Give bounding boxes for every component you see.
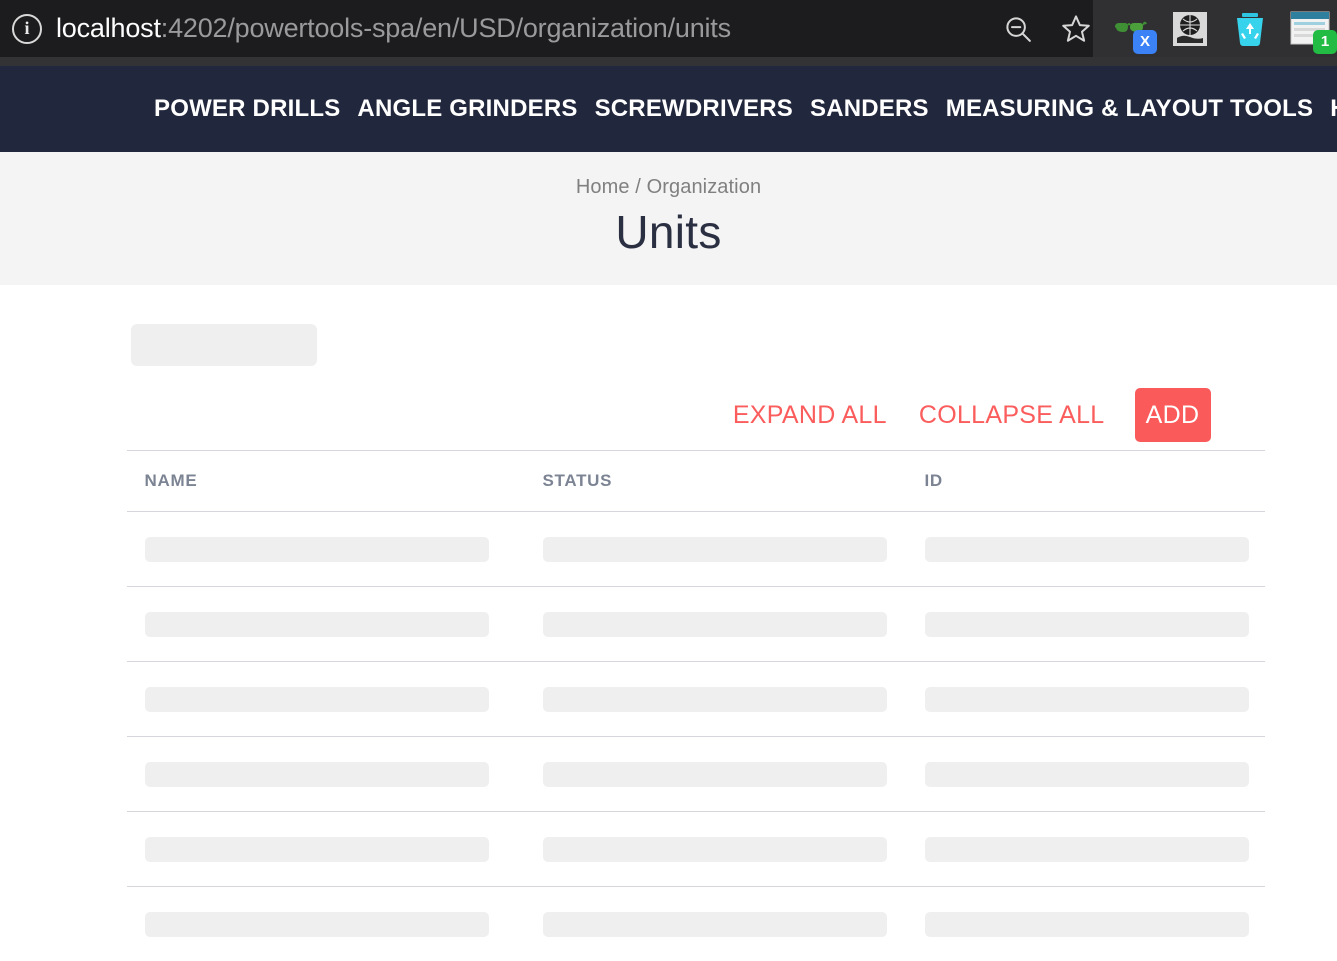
skeleton-placeholder-bar bbox=[925, 612, 1249, 637]
url-host: localhost bbox=[56, 13, 161, 43]
page-title: Units bbox=[0, 205, 1337, 259]
recycle-bin-extension-icon[interactable] bbox=[1229, 8, 1271, 50]
skeleton-placeholder-bar bbox=[543, 612, 887, 637]
table-cell bbox=[907, 662, 1265, 737]
skeleton-placeholder-bar bbox=[925, 912, 1249, 937]
site-navigation: POWER DRILLS ANGLE GRINDERS SCREWDRIVERS… bbox=[0, 66, 1337, 152]
table-cell bbox=[525, 662, 907, 737]
units-table: NAME STATUS ID bbox=[127, 450, 1265, 961]
url-path: :4202/powertools-spa/en/USD/organization… bbox=[161, 13, 731, 43]
skeleton-placeholder-bar bbox=[925, 687, 1249, 712]
info-icon[interactable]: i bbox=[12, 14, 42, 44]
extension-badge: X bbox=[1133, 30, 1157, 54]
skeleton-placeholder-bar bbox=[543, 837, 887, 862]
globe-hand-extension-icon[interactable] bbox=[1169, 8, 1211, 50]
table-row[interactable] bbox=[127, 887, 1265, 961]
skeleton-placeholder-bar bbox=[543, 912, 887, 937]
skeleton-placeholder-bar bbox=[145, 912, 489, 937]
table-cell bbox=[525, 887, 907, 961]
breadcrumb: Home / Organization bbox=[0, 176, 1337, 199]
nav-item-hand-tools[interactable]: HAND TOOLS bbox=[1330, 95, 1337, 123]
main-content: EXPAND ALL COLLAPSE ALL ADD NAME STATUS … bbox=[0, 324, 1337, 961]
skeleton-placeholder-bar bbox=[925, 762, 1249, 787]
breadcrumb-home[interactable]: Home bbox=[576, 176, 630, 198]
skeleton-placeholder-bar bbox=[543, 687, 887, 712]
table-cell bbox=[907, 512, 1265, 587]
browser-chrome: i localhost:4202/powertools-spa/en/USD/o… bbox=[0, 0, 1337, 57]
extension-toolbar: X bbox=[1093, 0, 1337, 57]
zoom-out-icon[interactable] bbox=[1001, 12, 1035, 46]
units-table-head: NAME STATUS ID bbox=[127, 451, 1265, 512]
collapse-all-button[interactable]: COLLAPSE ALL bbox=[903, 391, 1121, 440]
skeleton-placeholder-bar bbox=[925, 537, 1249, 562]
breadcrumb-organization[interactable]: Organization bbox=[647, 176, 762, 198]
table-cell bbox=[907, 812, 1265, 887]
nav-item-screwdrivers[interactable]: SCREWDRIVERS bbox=[595, 95, 793, 123]
skeleton-placeholder-bar bbox=[145, 837, 489, 862]
skeleton-placeholder-bar bbox=[543, 762, 887, 787]
extension-badge: 1 bbox=[1313, 30, 1337, 54]
column-header-name[interactable]: NAME bbox=[127, 451, 525, 512]
content-inner: EXPAND ALL COLLAPSE ALL ADD NAME STATUS … bbox=[127, 324, 1211, 961]
table-actions-toolbar: EXPAND ALL COLLAPSE ALL ADD bbox=[127, 388, 1211, 442]
skeleton-placeholder-bar bbox=[925, 837, 1249, 862]
table-row[interactable] bbox=[127, 512, 1265, 587]
table-cell bbox=[127, 812, 525, 887]
page-header: Home / Organization Units bbox=[0, 152, 1337, 285]
table-cell bbox=[127, 662, 525, 737]
nav-item-sanders[interactable]: SANDERS bbox=[810, 95, 929, 123]
breadcrumb-separator: / bbox=[635, 176, 641, 198]
nav-item-power-drills[interactable]: POWER DRILLS bbox=[154, 95, 340, 123]
bookmark-star-icon[interactable] bbox=[1059, 12, 1093, 46]
table-row[interactable] bbox=[127, 587, 1265, 662]
table-cell bbox=[525, 587, 907, 662]
table-row[interactable] bbox=[127, 662, 1265, 737]
skeleton-placeholder-bar bbox=[145, 612, 489, 637]
nav-item-measuring-layout-tools[interactable]: MEASURING & LAYOUT TOOLS bbox=[946, 95, 1314, 123]
chrome-actions bbox=[1001, 0, 1093, 57]
table-cell bbox=[525, 512, 907, 587]
url-bar[interactable]: i localhost:4202/powertools-spa/en/USD/o… bbox=[0, 0, 1093, 57]
units-table-body bbox=[127, 512, 1265, 961]
skeleton-placeholder-bar bbox=[145, 687, 489, 712]
expand-all-button[interactable]: EXPAND ALL bbox=[717, 391, 903, 440]
filter-skeleton-placeholder bbox=[131, 324, 317, 366]
column-header-id[interactable]: ID bbox=[907, 451, 1265, 512]
table-cell bbox=[907, 737, 1265, 812]
skeleton-placeholder-bar bbox=[543, 537, 887, 562]
url-text: localhost:4202/powertools-spa/en/USD/org… bbox=[56, 13, 731, 44]
chrome-divider bbox=[0, 57, 1337, 66]
table-cell bbox=[907, 587, 1265, 662]
table-row[interactable] bbox=[127, 737, 1265, 812]
column-header-status[interactable]: STATUS bbox=[525, 451, 907, 512]
table-cell bbox=[525, 737, 907, 812]
table-row[interactable] bbox=[127, 812, 1265, 887]
table-cell bbox=[907, 887, 1265, 961]
table-cell bbox=[127, 737, 525, 812]
table-cell bbox=[525, 812, 907, 887]
window-extension-icon[interactable]: 1 bbox=[1289, 8, 1331, 50]
add-button[interactable]: ADD bbox=[1135, 388, 1211, 442]
table-header-row: NAME STATUS ID bbox=[127, 451, 1265, 512]
skeleton-placeholder-bar bbox=[145, 762, 489, 787]
table-cell bbox=[127, 587, 525, 662]
table-cell bbox=[127, 512, 525, 587]
skeleton-placeholder-bar bbox=[145, 537, 489, 562]
glasses-extension-icon[interactable]: X bbox=[1109, 8, 1151, 50]
table-cell bbox=[127, 887, 525, 961]
nav-item-angle-grinders[interactable]: ANGLE GRINDERS bbox=[357, 95, 577, 123]
